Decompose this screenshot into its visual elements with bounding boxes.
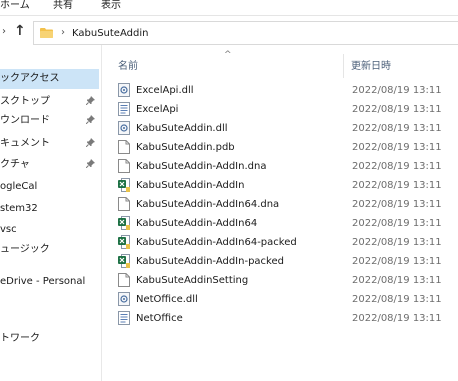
sidebar-item-label: ックアクセス	[0, 73, 60, 84]
file-modified-date: 2022/08/19 13:11	[352, 142, 442, 153]
sidebar-item[interactable]: トワーク	[0, 329, 99, 349]
sidebar-item[interactable]: stem32	[0, 199, 99, 219]
ribbon-tab-home[interactable]: ホーム	[0, 0, 30, 12]
ribbon-tab-view[interactable]: 表示	[101, 0, 121, 12]
excel-addin-icon	[118, 254, 130, 268]
sidebar-item[interactable]: ュージック	[0, 240, 99, 260]
sidebar-item[interactable]: eDrive - Personal	[0, 272, 99, 292]
file-modified-date: 2022/08/19 13:11	[352, 275, 442, 286]
file-name: KabuSuteAddin-AddIn64-packed	[136, 237, 297, 248]
file-row[interactable]: KabuSuteAddin-AddIn 2022/08/19 13:11	[112, 176, 458, 195]
sort-caret-icon: ^	[224, 50, 232, 60]
sidebar-item[interactable]: ogleCal	[0, 177, 99, 197]
column-header-date[interactable]: 更新日時	[351, 60, 391, 73]
sidebar-item-label: ウンロード	[0, 115, 50, 126]
sidebar-item[interactable]: キュメント	[0, 134, 99, 154]
sidebar-item-label: トワーク	[0, 333, 40, 344]
file-row[interactable]: KabuSuteAddinSetting 2022/08/19 13:11	[112, 271, 458, 290]
file-modified-date: 2022/08/19 13:11	[352, 85, 442, 96]
file-row[interactable]: ExcelApi.dll 2022/08/19 13:11	[112, 81, 458, 100]
file-modified-date: 2022/08/19 13:11	[352, 313, 442, 324]
up-arrow-icon[interactable]: ↑	[14, 23, 26, 39]
pin-icon[interactable]	[86, 96, 95, 105]
file-modified-date: 2022/08/19 13:11	[352, 104, 442, 115]
file-row[interactable]: KabuSuteAddin-AddIn64.dna 2022/08/19 13:1…	[112, 195, 458, 214]
blank-file-icon	[118, 140, 130, 154]
file-name: KabuSuteAddinSetting	[136, 275, 249, 286]
blank-file-icon	[118, 273, 130, 287]
sidebar-item-label: stem32	[0, 203, 38, 214]
sidebar-item-label: eDrive - Personal	[0, 276, 86, 287]
column-separator[interactable]	[343, 54, 344, 78]
breadcrumb-current[interactable]: KabuSuteAddin	[72, 27, 148, 40]
sidebar-item-label: ogleCal	[0, 181, 38, 192]
folder-icon	[40, 28, 53, 38]
ribbon: ホーム 共有 表示	[0, 0, 458, 14]
pin-icon[interactable]	[86, 159, 95, 168]
dll-icon	[118, 292, 130, 306]
ribbon-tab-share[interactable]: 共有	[53, 0, 73, 12]
file-row[interactable]: ExcelApi 2022/08/19 13:11	[112, 100, 458, 119]
breadcrumb-chevron-icon[interactable]: ›	[61, 26, 65, 40]
file-modified-date: 2022/08/19 13:11	[352, 123, 442, 134]
file-row[interactable]: KabuSuteAddin-AddIn64-packed 2022/08/19 1…	[112, 233, 458, 252]
file-name: KabuSuteAddin-AddIn64	[136, 218, 258, 229]
sidebar-item-label: クチャ	[0, 159, 30, 170]
sidebar-item[interactable]: vsc	[0, 220, 99, 240]
excel-addin-icon	[118, 216, 130, 230]
file-modified-date: 2022/08/19 13:11	[352, 199, 442, 210]
sidebar-item-label: スクトップ	[0, 96, 50, 107]
navigation-pane: ックアクセス スクトップウンロードキュメントクチャ ogleCal stem32 vsc…	[0, 52, 101, 381]
xml-document-icon	[118, 311, 130, 325]
pane-divider[interactable]	[101, 45, 102, 381]
sidebar-item[interactable]: ウンロード	[0, 111, 99, 131]
sidebar-item-label: vsc	[0, 224, 17, 235]
file-row[interactable]: KabuSuteAddin.dll 2022/08/19 13:11	[112, 119, 458, 138]
file-row[interactable]: KabuSuteAddin-AddIn.dna 2022/08/19 13:11	[112, 157, 458, 176]
file-row[interactable]: NetOffice.dll 2022/08/19 13:11	[112, 290, 458, 309]
ribbon-divider	[0, 15, 458, 16]
file-name: KabuSuteAddin-AddIn64.dna	[136, 199, 280, 210]
excel-addin-icon	[118, 178, 130, 192]
file-modified-date: 2022/08/19 13:11	[352, 237, 442, 248]
file-name: KabuSuteAddin.dll	[136, 123, 228, 134]
file-modified-date: 2022/08/19 13:11	[352, 256, 442, 267]
file-name: ExcelApi	[136, 104, 179, 115]
file-modified-date: 2022/08/19 13:11	[352, 180, 442, 191]
file-name: ExcelApi.dll	[136, 85, 194, 96]
recent-locations-chevron-icon[interactable]: ›	[2, 25, 6, 39]
blank-file-icon	[118, 159, 130, 173]
file-name: NetOffice.dll	[136, 294, 198, 305]
file-row[interactable]: KabuSuteAddin-AddIn-packed 2022/08/19 13:…	[112, 252, 458, 271]
file-modified-date: 2022/08/19 13:11	[352, 294, 442, 305]
dll-icon	[118, 121, 130, 135]
sidebar-item[interactable]: スクトップ	[0, 92, 99, 112]
excel-addin-icon	[118, 235, 130, 249]
file-name: KabuSuteAddin-AddIn.dna	[136, 161, 267, 172]
pin-icon[interactable]	[86, 138, 95, 147]
column-header-name[interactable]: 名前	[118, 60, 138, 73]
pin-icon[interactable]	[86, 115, 95, 124]
file-name: NetOffice	[136, 313, 183, 324]
xml-document-icon	[118, 102, 130, 116]
file-name: KabuSuteAddin-AddIn-packed	[136, 256, 284, 267]
file-modified-date: 2022/08/19 13:11	[352, 161, 442, 172]
dll-icon	[118, 83, 130, 97]
sidebar-item[interactable]: クチャ	[0, 155, 99, 175]
file-name: KabuSuteAddin.pdb	[136, 142, 235, 153]
blank-file-icon	[118, 197, 130, 211]
file-explorer-window: ホーム 共有 表示 › ↑ › KabuSuteAddin ックアクセス スクトッ…	[0, 0, 458, 381]
sidebar-item[interactable]: ックアクセス	[0, 69, 99, 89]
file-row[interactable]: KabuSuteAddin.pdb 2022/08/19 13:11	[112, 138, 458, 157]
file-name: KabuSuteAddin-AddIn	[136, 180, 245, 191]
address-bar[interactable]: › KabuSuteAddin	[33, 21, 458, 45]
file-row[interactable]: KabuSuteAddin-AddIn64 2022/08/19 13:11	[112, 214, 458, 233]
file-row[interactable]: NetOffice 2022/08/19 13:11	[112, 309, 458, 328]
sidebar-item-label: ュージック	[0, 244, 50, 255]
file-modified-date: 2022/08/19 13:11	[352, 218, 442, 229]
sidebar-item-label: キュメント	[0, 138, 50, 149]
